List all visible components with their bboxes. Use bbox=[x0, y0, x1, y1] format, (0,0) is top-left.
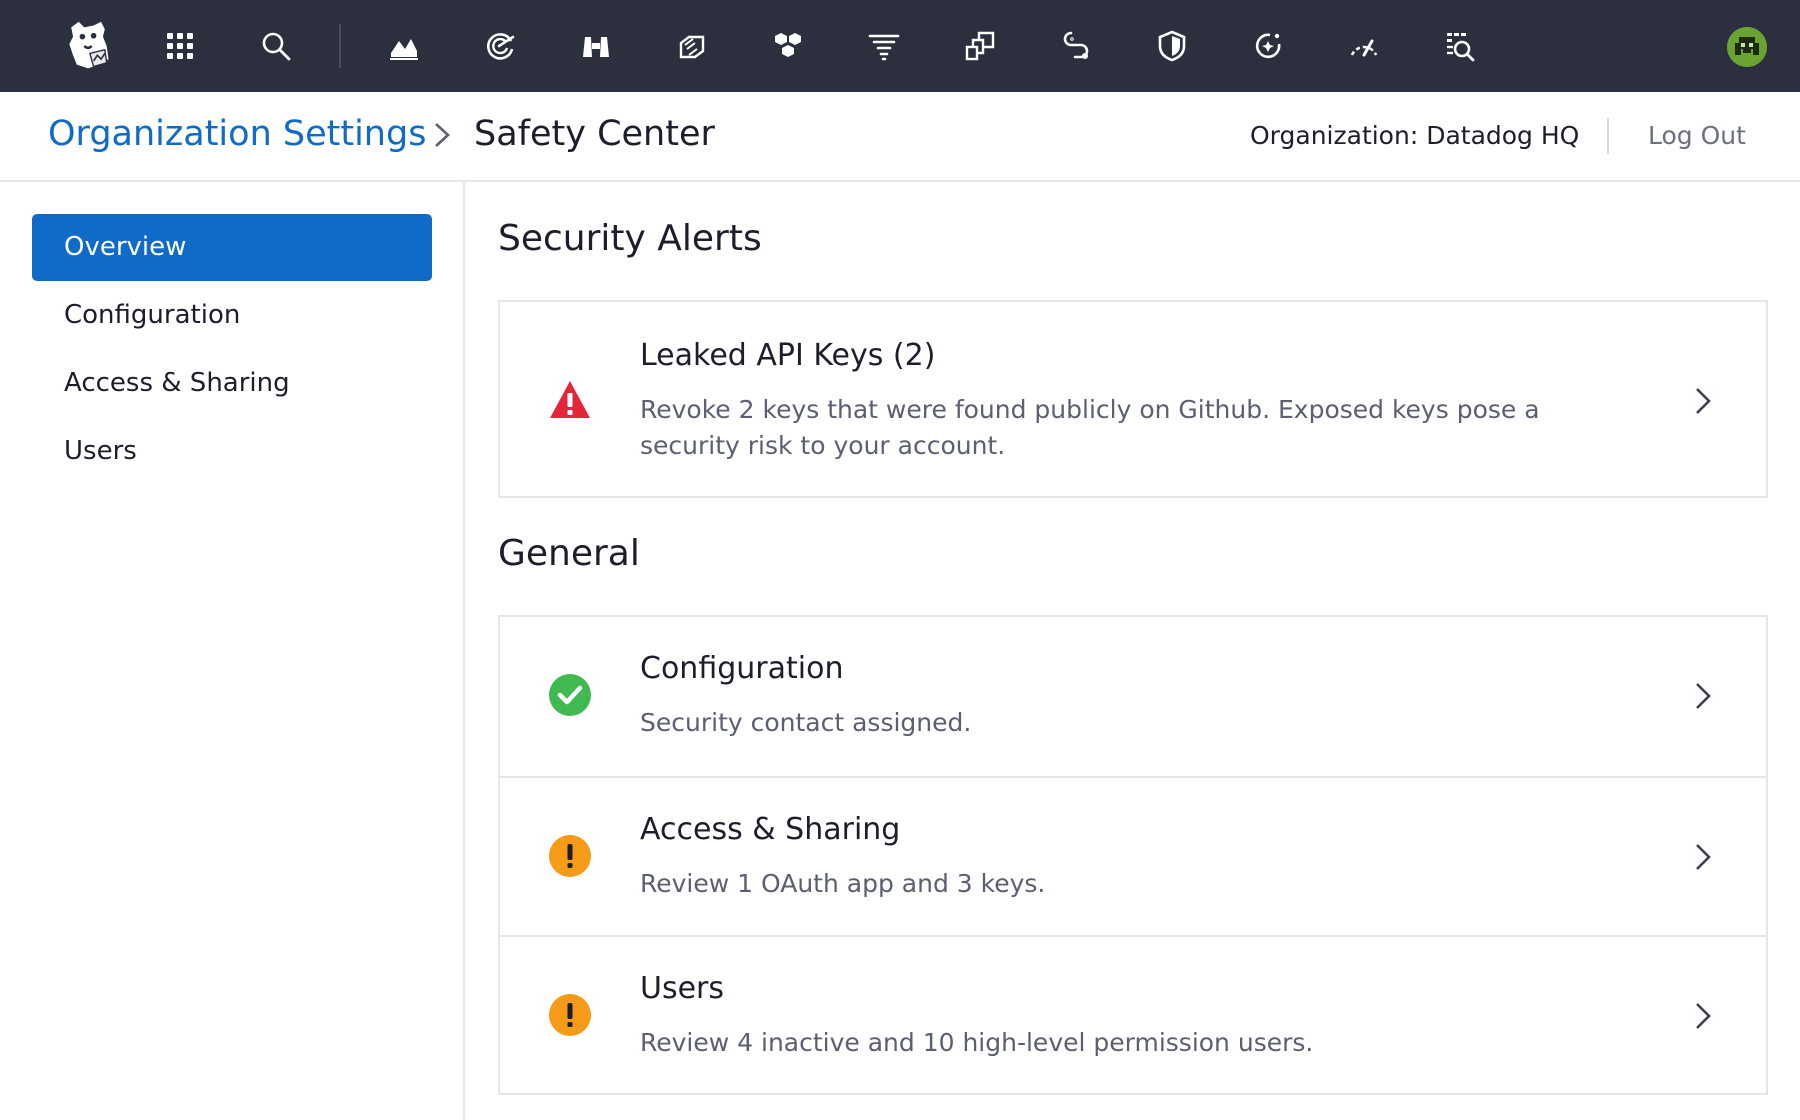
card-title: Leaked API Keys (2) bbox=[640, 338, 936, 373]
infrastructure-icon[interactable] bbox=[764, 22, 812, 70]
synthetics-icon[interactable] bbox=[1052, 22, 1100, 70]
rum-icon[interactable] bbox=[1244, 22, 1292, 70]
nav-divider bbox=[339, 24, 341, 68]
page-header: Organization Settings Safety Center Orga… bbox=[0, 92, 1800, 182]
ci-visibility-icon[interactable] bbox=[1436, 22, 1484, 70]
logs-icon[interactable] bbox=[860, 22, 908, 70]
chevron-right-icon bbox=[1696, 844, 1711, 870]
header-divider bbox=[1607, 118, 1609, 154]
chevron-right-icon bbox=[1696, 388, 1711, 414]
performance-gauge-icon[interactable] bbox=[1340, 22, 1388, 70]
access-sharing-row[interactable]: Access & Sharing Review 1 OAuth app and … bbox=[500, 776, 1766, 935]
top-navigation-bar bbox=[0, 0, 1800, 92]
organization-label: Organization: Datadog HQ bbox=[1250, 121, 1580, 150]
security-alerts-heading: Security Alerts bbox=[498, 218, 762, 259]
general-list: Configuration Security contact assigned.… bbox=[498, 615, 1768, 1095]
chevron-right-icon bbox=[1696, 683, 1711, 709]
sidebar: Overview Configuration Access & Sharing … bbox=[0, 182, 465, 1120]
card-description: Revoke 2 keys that were found publicly o… bbox=[640, 395, 1540, 460]
sidebar-item-overview[interactable]: Overview bbox=[32, 214, 432, 281]
card-description: Review 1 OAuth app and 3 keys. bbox=[640, 869, 1046, 898]
search-icon[interactable] bbox=[252, 22, 300, 70]
sidebar-item-users[interactable]: Users bbox=[32, 418, 432, 485]
configuration-row[interactable]: Configuration Security contact assigned. bbox=[500, 617, 1766, 776]
card-title: Configuration bbox=[640, 651, 844, 686]
monitors-icon[interactable] bbox=[476, 22, 524, 70]
leaked-api-keys-card[interactable]: Leaked API Keys (2) Revoke 2 keys that w… bbox=[498, 300, 1768, 498]
logout-link[interactable]: Log Out bbox=[1648, 121, 1746, 150]
alert-triangle-icon bbox=[550, 381, 590, 418]
apps-grid-icon[interactable] bbox=[156, 22, 204, 70]
card-description: Security contact assigned. bbox=[640, 708, 972, 737]
sidebar-item-configuration[interactable]: Configuration bbox=[32, 282, 432, 349]
user-avatar[interactable] bbox=[1727, 27, 1767, 67]
apm-icon[interactable] bbox=[956, 22, 1004, 70]
general-heading: General bbox=[498, 533, 640, 574]
dashboards-icon[interactable] bbox=[380, 22, 428, 70]
chevron-right-icon bbox=[1696, 1003, 1711, 1029]
card-description: Review 4 inactive and 10 high-level perm… bbox=[640, 1028, 1314, 1057]
card-title: Users bbox=[640, 971, 725, 1006]
sidebar-item-access-sharing[interactable]: Access & Sharing bbox=[32, 350, 432, 417]
warning-circle-icon bbox=[549, 994, 591, 1036]
integrations-icon[interactable] bbox=[668, 22, 716, 70]
users-row[interactable]: Users Review 4 inactive and 10 high-leve… bbox=[500, 935, 1766, 1095]
chevron-right-icon bbox=[435, 123, 450, 147]
breadcrumb-organization-settings[interactable]: Organization Settings bbox=[48, 114, 426, 154]
watchdog-binoculars-icon[interactable] bbox=[572, 22, 620, 70]
card-title: Access & Sharing bbox=[640, 812, 901, 847]
security-shield-icon[interactable] bbox=[1148, 22, 1196, 70]
page-title: Safety Center bbox=[474, 114, 715, 154]
warning-circle-icon bbox=[549, 835, 591, 877]
datadog-logo-icon[interactable] bbox=[58, 16, 118, 76]
check-circle-icon bbox=[549, 674, 591, 716]
